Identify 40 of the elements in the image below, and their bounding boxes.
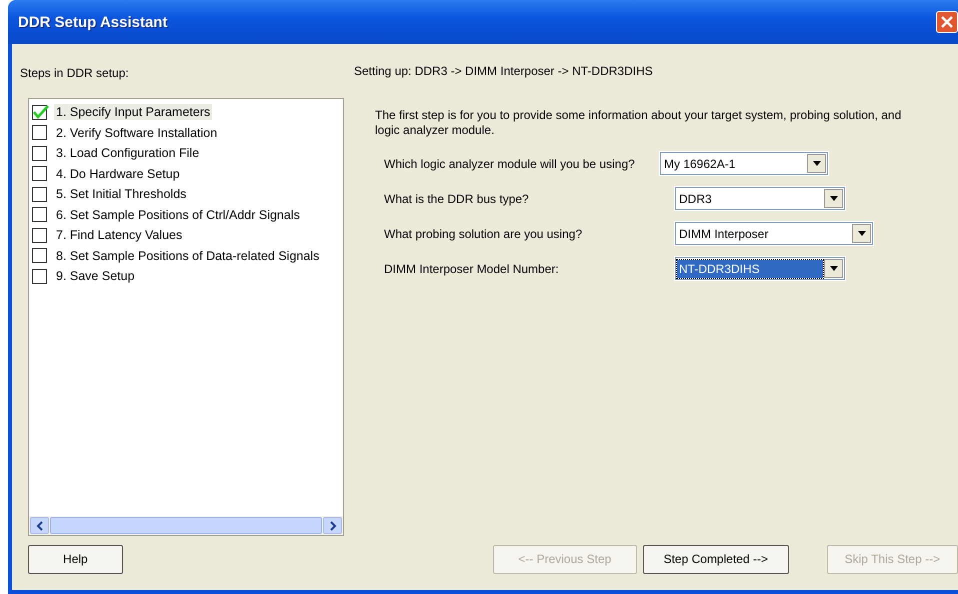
- button[interactable]: Help: [28, 544, 123, 574]
- close-icon: [940, 15, 954, 29]
- checkbox[interactable]: [32, 104, 47, 120]
- button[interactable]: Step Completed -->: [642, 544, 789, 574]
- field-label: What is the DDR bus type?: [384, 192, 530, 206]
- dropdown[interactable]: My 16962A-1: [660, 152, 828, 175]
- step-item[interactable]: 7. Find Latency Values: [54, 227, 184, 244]
- checkbox[interactable]: [32, 248, 47, 264]
- checkbox[interactable]: [32, 166, 47, 182]
- checkbox[interactable]: [32, 125, 47, 140]
- step-item[interactable]: 6. Set Sample Positions of Ctrl/Addr Signals: [54, 206, 302, 223]
- steps-label: Steps in DDR setup:: [20, 66, 130, 82]
- step-item[interactable]: 9. Save Setup: [54, 268, 137, 284]
- checkbox[interactable]: [32, 228, 47, 243]
- scroll-left-button[interactable]: [30, 517, 49, 534]
- dropdown[interactable]: DDR3: [675, 187, 845, 210]
- dropdown[interactable]: NT-DDR3DIHS: [675, 257, 845, 280]
- intro-text: The first step is for you to provide some information about your target system, probing solution, and logic analyzer module.: [375, 108, 902, 138]
- close-button[interactable]: [936, 11, 958, 33]
- step-item[interactable]: 3. Load Configuration File: [54, 145, 202, 162]
- chevron-right-icon: [328, 520, 336, 530]
- checkbox[interactable]: [32, 146, 47, 161]
- scroll-thumb[interactable]: [50, 517, 322, 534]
- setup-path-text: Setting up: DDR3 -> DIMM Interposer -> NT-DDR3DIHS: [354, 64, 654, 78]
- chevron-left-icon: [36, 520, 44, 530]
- field-label: Which logic analyzer module will you be using?: [384, 156, 636, 170]
- field-label: DIMM Interposer Model Number:: [384, 262, 560, 276]
- horizontal-scrollbar[interactable]: [29, 516, 343, 535]
- step-item[interactable]: 2. Verify Software Installation: [54, 124, 220, 141]
- step-item[interactable]: 8. Set Sample Positions of Data-related Signals: [54, 248, 322, 264]
- window-title: DDR Setup Assistant: [18, 14, 168, 30]
- checkbox[interactable]: [32, 207, 47, 222]
- scroll-right-button[interactable]: [323, 517, 342, 534]
- checkbox[interactable]: [32, 268, 47, 284]
- dropdown[interactable]: DIMM Interposer: [675, 222, 873, 245]
- checkbox[interactable]: [32, 186, 47, 202]
- step-item[interactable]: 1. Specify Input Parameters: [54, 104, 212, 120]
- step-item[interactable]: 5. Set Initial Thresholds: [54, 186, 188, 202]
- step-item[interactable]: 4. Do Hardware Setup: [54, 166, 182, 182]
- field-label: What probing solution are you using?: [384, 226, 584, 240]
